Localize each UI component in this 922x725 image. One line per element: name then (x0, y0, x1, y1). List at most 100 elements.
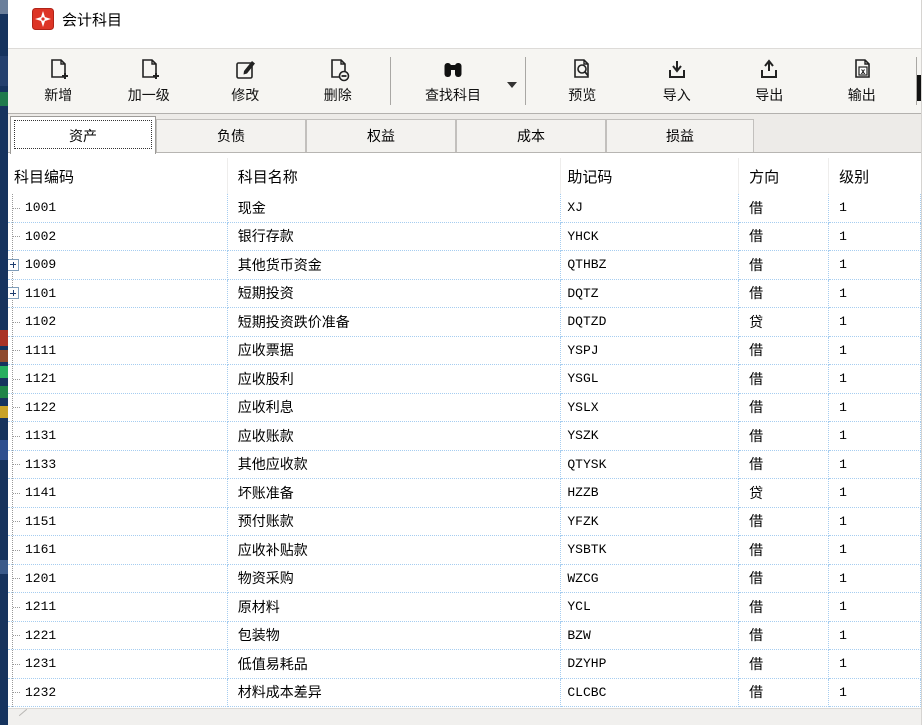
table-row[interactable]: 1131 应收账款 YSZK 借 1 (8, 422, 921, 451)
modify-button[interactable]: 修改 (203, 51, 288, 111)
tree-marker (8, 451, 24, 479)
preview-button[interactable]: 预览 (540, 51, 625, 111)
level: 1 (829, 308, 921, 337)
delete-button[interactable]: 删除 (296, 51, 381, 111)
direction: 借 (739, 251, 829, 280)
account-name: 应收补贴款 (228, 536, 562, 565)
tree-marker (8, 679, 24, 707)
button-label: 预览 (568, 85, 596, 105)
output-button[interactable]: x 输出 (819, 51, 904, 111)
tree-marker (8, 251, 24, 279)
account-code: 1111 (24, 343, 56, 358)
level: 1 (829, 536, 921, 565)
export-button[interactable]: 导出 (727, 51, 812, 111)
mnemonic-code: YSBTK (561, 536, 739, 565)
table-row[interactable]: 1211 原材料 YCL 借 1 (8, 593, 921, 622)
button-label: 查找科目 (425, 85, 481, 105)
toolbar: 新增 加一级 修改 (8, 48, 921, 114)
button-label: 新增 (44, 85, 72, 105)
direction: 贷 (739, 479, 829, 508)
account-name: 其他货币资金 (228, 251, 562, 280)
find-account-button[interactable]: 查找科目 (405, 51, 501, 111)
button-label: 输出 (848, 85, 876, 105)
table-row[interactable]: 1161 应收补贴款 YSBTK 借 1 (8, 536, 921, 565)
tree-marker (8, 622, 24, 650)
tab-liabilities[interactable]: 负债 (156, 119, 306, 152)
table-row[interactable]: 1201 物资采购 WZCG 借 1 (8, 565, 921, 594)
table-row[interactable]: 1111 应收票据 YSPJ 借 1 (8, 337, 921, 366)
edit-icon (232, 57, 258, 83)
account-code: 1122 (24, 400, 56, 415)
mnemonic-code: YHCK (561, 223, 739, 252)
table-row[interactable]: 1232 材料成本差异 CLCBC 借 1 (8, 679, 921, 708)
tab-assets[interactable]: 资产 (10, 116, 156, 154)
doc-add-level-icon (136, 57, 162, 83)
table-row[interactable]: 1009 其他货币资金 QTHBZ 借 1 (8, 251, 921, 280)
table-row[interactable]: 1002 银行存款 YHCK 借 1 (8, 223, 921, 252)
column-header-name: 科目名称 (228, 158, 562, 194)
tree-branch-mark (13, 664, 20, 665)
direction: 借 (739, 451, 829, 480)
table-row[interactable]: 1102 短期投资跌价准备 DQTZD 贷 1 (8, 308, 921, 337)
doc-remove-icon (325, 57, 351, 83)
mnemonic-code: YSPJ (561, 337, 739, 366)
tab-profit-loss[interactable]: 损益 (606, 119, 754, 152)
tree-marker (8, 280, 24, 308)
table-row[interactable]: 1133 其他应收款 QTYSK 借 1 (8, 451, 921, 480)
account-name: 应收票据 (228, 337, 562, 366)
table-row[interactable]: 1101 短期投资 DQTZ 借 1 (8, 280, 921, 309)
chevron-down-icon[interactable] (507, 82, 517, 88)
direction: 贷 (739, 308, 829, 337)
tree-branch-mark (13, 464, 20, 465)
table-row[interactable]: 1141 坏账准备 HZZB 贷 1 (8, 479, 921, 508)
table-row[interactable]: 1221 包装物 BZW 借 1 (8, 622, 921, 651)
tree-marker (8, 394, 24, 422)
tree-marker (8, 508, 24, 536)
level: 1 (829, 394, 921, 423)
import-button[interactable]: 导入 (634, 51, 719, 111)
tree-marker (8, 536, 24, 564)
excel-output-icon: x (849, 57, 875, 83)
toolbar-separator (525, 57, 526, 105)
level: 1 (829, 223, 921, 252)
tab-cost[interactable]: 成本 (456, 119, 606, 152)
column-header-level: 级别 (829, 158, 921, 194)
mnemonic-code: YCL (561, 593, 739, 622)
expand-icon[interactable] (8, 259, 19, 271)
account-code: 1211 (24, 599, 56, 614)
account-code: 1002 (24, 229, 56, 244)
table-row[interactable]: 1151 预付账款 YFZK 借 1 (8, 508, 921, 537)
tab-label: 损益 (666, 126, 694, 146)
tree-branch-mark (13, 379, 20, 380)
level: 1 (829, 422, 921, 451)
account-code: 1161 (24, 542, 56, 557)
page-title: 会计科目 (62, 9, 122, 30)
tree-marker (8, 223, 24, 251)
mnemonic-code: DZYHP (561, 650, 739, 679)
tab-equity[interactable]: 权益 (306, 119, 456, 152)
mnemonic-code: XJ (561, 194, 739, 223)
table-row[interactable]: 1231 低值易耗品 DZYHP 借 1 (8, 650, 921, 679)
tree-branch-mark (13, 322, 20, 323)
table-row[interactable]: 1121 应收股利 YSGL 借 1 (8, 365, 921, 394)
toolbar-separator (390, 57, 391, 105)
tree-branch-mark (13, 521, 20, 522)
level: 1 (829, 280, 921, 309)
mnemonic-code: QTYSK (561, 451, 739, 480)
account-name: 低值易耗品 (228, 650, 562, 679)
tree-branch-mark (13, 692, 20, 693)
button-label: 导入 (663, 85, 691, 105)
mnemonic-code: YSZK (561, 422, 739, 451)
tree-branch-mark (13, 436, 20, 437)
account-code: 1231 (24, 656, 56, 671)
account-code: 1201 (24, 571, 56, 586)
level: 1 (829, 451, 921, 480)
level: 1 (829, 679, 921, 708)
add-button[interactable]: 新增 (16, 51, 101, 111)
horizontal-scrollbar[interactable] (8, 708, 921, 725)
direction: 借 (739, 536, 829, 565)
add-level-button[interactable]: 加一级 (107, 51, 192, 111)
table-row[interactable]: 1122 应收利息 YSLX 借 1 (8, 394, 921, 423)
expand-icon[interactable] (8, 287, 19, 299)
table-row[interactable]: 1001 现金 XJ 借 1 (8, 194, 921, 223)
